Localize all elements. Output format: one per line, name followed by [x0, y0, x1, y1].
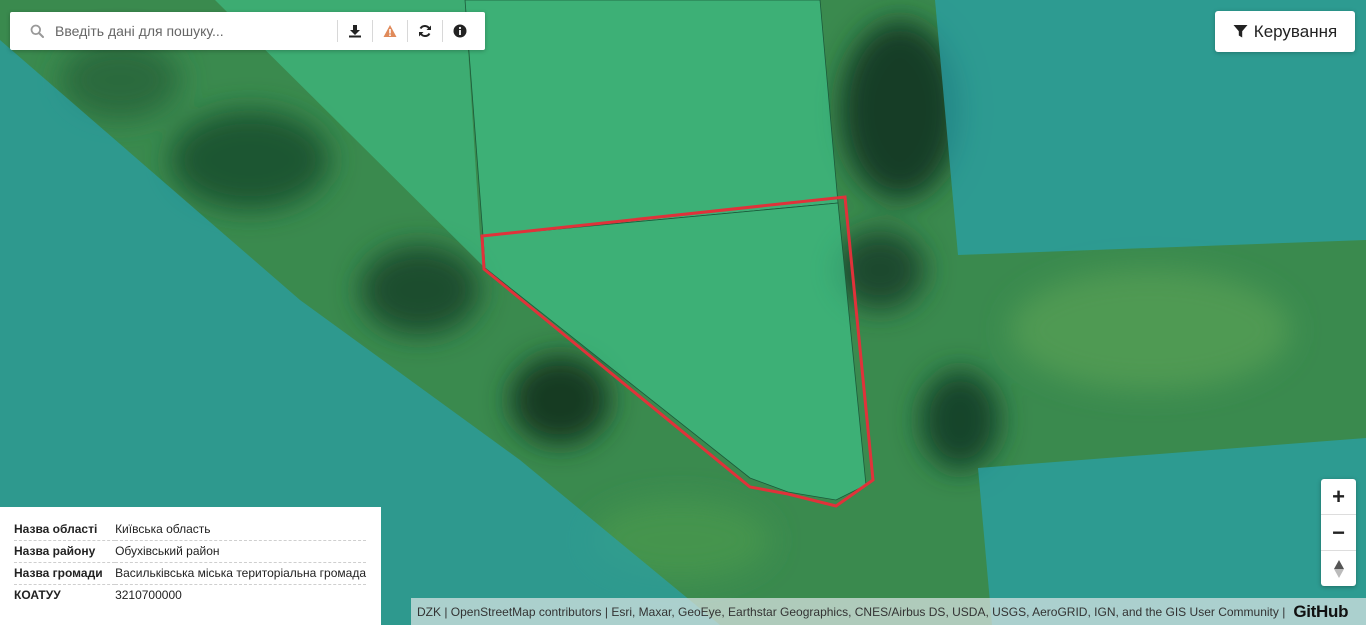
- search-input[interactable]: [55, 16, 325, 46]
- control-panel-button[interactable]: Керування: [1215, 11, 1355, 52]
- zoom-in-button[interactable]: +: [1321, 479, 1356, 515]
- info-button[interactable]: [442, 20, 477, 42]
- warning-icon: [383, 25, 397, 37]
- table-row: КОАТУУ 3210700000: [14, 585, 366, 607]
- row-key: КОАТУУ: [14, 588, 61, 602]
- row-value: Васильківська міська територіальна грома…: [115, 562, 366, 585]
- table-row: Назва області Київська область: [14, 519, 366, 541]
- zoom-controls: + −: [1321, 479, 1356, 586]
- search-toolbar: [337, 12, 477, 50]
- parcel-overlay-top-middle: [464, 0, 839, 237]
- attribution-text: DZK | OpenStreetMap contributors | Esri,…: [417, 604, 1286, 619]
- row-key: Назва району: [14, 540, 116, 563]
- table-row: Назва району Обухівський район: [14, 540, 366, 563]
- info-icon: [453, 24, 467, 38]
- zoom-out-button[interactable]: −: [1321, 515, 1356, 551]
- row-key: Назва області: [14, 519, 116, 541]
- parcel-info-panel: Назва області Київська область Назва рай…: [0, 507, 381, 625]
- control-panel-label: Керування: [1253, 21, 1338, 41]
- refresh-button[interactable]: [407, 20, 442, 42]
- parcel-info-table: Назва області Київська область Назва рай…: [14, 519, 366, 606]
- github-link[interactable]: GitHub: [1293, 602, 1348, 622]
- row-value: Обухівський район: [115, 540, 366, 563]
- compass-icon: [1333, 559, 1344, 578]
- row-key: Назва громади: [14, 562, 116, 585]
- filter-icon: [1233, 25, 1248, 38]
- search-icon: [30, 24, 44, 38]
- row-value: Київська область: [115, 519, 366, 541]
- refresh-icon: [419, 25, 431, 37]
- search-bar: [10, 12, 485, 50]
- row-value: 3210700000: [115, 588, 182, 602]
- download-button[interactable]: [337, 20, 372, 42]
- parcel-overlay-bottom-right: [978, 438, 1366, 625]
- map-attribution: DZK | OpenStreetMap contributors | Esri,…: [411, 598, 1366, 625]
- download-icon: [349, 25, 361, 38]
- warning-button[interactable]: [372, 20, 407, 42]
- reset-north-button[interactable]: [1321, 551, 1356, 586]
- table-row: Назва громади Васильківська міська терит…: [14, 562, 366, 585]
